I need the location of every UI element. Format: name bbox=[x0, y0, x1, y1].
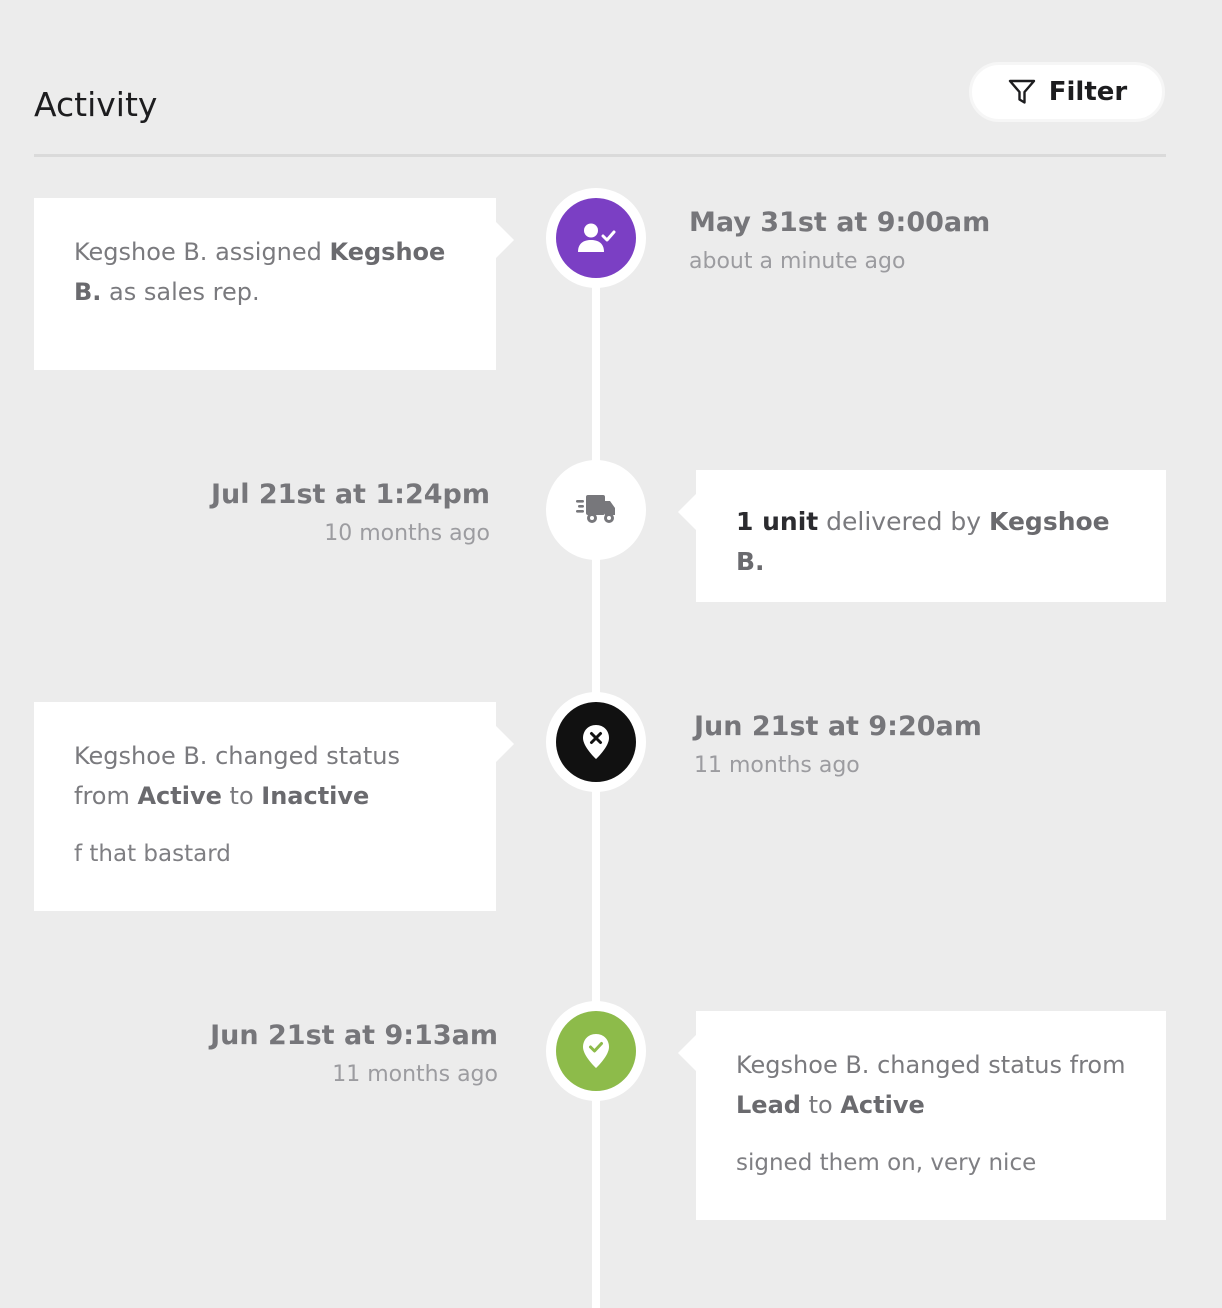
activity-timestamp: Jun 21st at 9:13am 11 months ago bbox=[210, 1018, 498, 1090]
timeline-node-status-active bbox=[546, 1001, 646, 1101]
activity-relative-time: about a minute ago bbox=[689, 249, 906, 274]
timeline-node-status-inactive bbox=[546, 692, 646, 792]
activity-text: 1 unit delivered by Kegshoe B. bbox=[736, 507, 1110, 576]
activity-text: Kegshoe B. assigned Kegshoe B. as sales … bbox=[74, 238, 446, 306]
location-x-icon bbox=[581, 724, 611, 760]
activity-date: May 31st at 9:00am bbox=[689, 207, 991, 238]
user-check-icon bbox=[576, 221, 616, 255]
activity-date: Jun 21st at 9:20am bbox=[694, 711, 982, 742]
filter-button[interactable]: Filter bbox=[969, 62, 1165, 122]
delivery-truck-icon bbox=[575, 493, 617, 527]
activity-note: f that bastard bbox=[74, 841, 231, 867]
activity-timestamp: Jun 21st at 9:20am 11 months ago bbox=[694, 709, 982, 781]
activity-timestamp: May 31st at 9:00am about a minute ago bbox=[689, 205, 990, 277]
activity-date: Jun 21st at 9:13am bbox=[210, 1020, 498, 1051]
activity-relative-time: 10 months ago bbox=[324, 521, 490, 546]
activity-card-status-active: Kegshoe B. changed status from Lead to A… bbox=[678, 1011, 1166, 1220]
activity-note: signed them on, very nice bbox=[736, 1150, 1037, 1176]
activity-text: Kegshoe B. changed status from Lead to A… bbox=[736, 1051, 1126, 1119]
timeline-node-assign bbox=[546, 188, 646, 288]
filter-icon bbox=[1007, 78, 1037, 106]
location-check-icon bbox=[581, 1033, 611, 1069]
activity-card-delivery: 1 unit delivered by Kegshoe B. bbox=[678, 470, 1166, 602]
activity-card-assign: Kegshoe B. assigned Kegshoe B. as sales … bbox=[34, 198, 514, 370]
filter-button-label: Filter bbox=[1048, 77, 1128, 107]
activity-relative-time: 11 months ago bbox=[332, 1062, 498, 1087]
activity-card-status-inactive: Kegshoe B. changed status from Active to… bbox=[34, 702, 514, 911]
activity-date: Jul 21st at 1:24pm bbox=[210, 479, 490, 510]
activity-text: Kegshoe B. changed status from Active to… bbox=[74, 742, 400, 810]
header-divider bbox=[34, 154, 1166, 157]
activity-relative-time: 11 months ago bbox=[694, 753, 860, 778]
timeline-node-delivery bbox=[546, 460, 646, 560]
page-title: Activity bbox=[34, 85, 158, 124]
activity-timestamp: Jul 21st at 1:24pm 10 months ago bbox=[211, 477, 490, 549]
